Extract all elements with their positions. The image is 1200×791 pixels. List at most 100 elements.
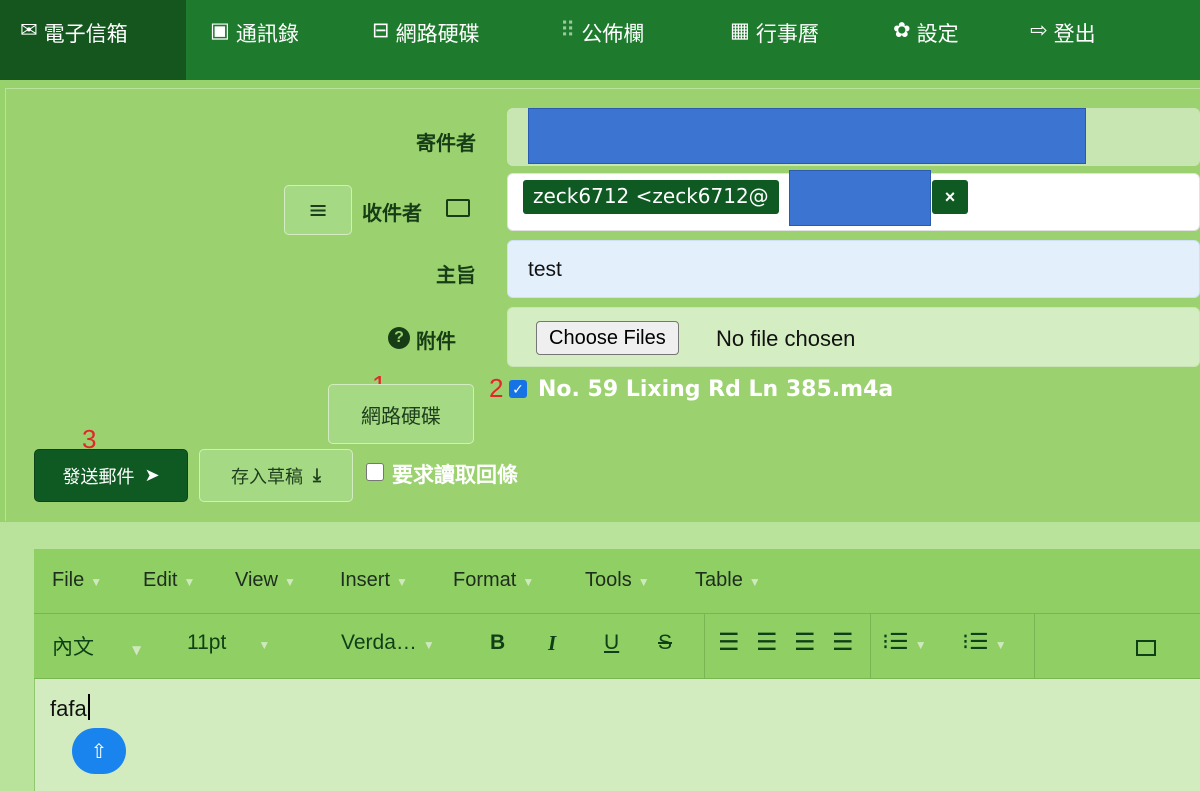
image-icon[interactable] [1136, 640, 1156, 656]
chevron-down-icon: ▼ [183, 575, 196, 589]
editor-content[interactable]: fafa [50, 694, 90, 722]
subject-label: 主旨 [436, 263, 476, 287]
recipient-menu-button[interactable]: ≡ [284, 185, 352, 235]
subject-value: test [528, 258, 562, 281]
arrow-up-icon: ⇧ [90, 740, 108, 763]
chevron-down-icon: ▼ [258, 638, 271, 652]
nav-logout-label: 登出 [1053, 22, 1096, 46]
attached-file-checkbox[interactable]: ✓ [509, 380, 527, 398]
envelope-icon: ✉ [20, 18, 38, 42]
bullet-list-icon[interactable]: ⁝☰ ▼ [962, 629, 1007, 655]
underline-button[interactable]: U [604, 631, 619, 655]
nav-netdisk-label: 網路硬碟 [395, 22, 480, 46]
attached-file-name: No. 59 Lixing Rd Ln 385.m4a [538, 377, 894, 402]
font-size-select[interactable]: 11pt ▼ [187, 631, 270, 655]
attachment-label: 附件 [416, 329, 456, 353]
paper-plane-icon: ➤ [144, 465, 160, 486]
align-center-icon[interactable]: ☰ [756, 628, 778, 657]
menu-insert-label: Insert [340, 569, 391, 591]
sender-label: 寄件者 [416, 131, 476, 155]
chevron-down-icon: ▼ [637, 575, 650, 589]
marker-2: 2 [489, 373, 504, 403]
font-size-value: 11pt [187, 631, 227, 654]
choose-files-button[interactable]: Choose Files [536, 321, 679, 355]
nav-calendar[interactable]: ▦ 行事曆 [730, 0, 819, 80]
help-icon[interactable]: ? [388, 327, 410, 349]
scroll-top-button[interactable]: ⇧ [72, 728, 126, 774]
menu-file[interactable]: File ▼ [52, 569, 102, 592]
chevron-down-icon: ▼ [284, 575, 296, 589]
recipient-remove-button[interactable]: × [932, 180, 968, 214]
align-right-icon[interactable]: ☰ [794, 628, 816, 657]
save-draft-label: 存入草稿 [231, 466, 304, 488]
ordered-list-icon[interactable]: ⁝☰ ▼ [882, 629, 927, 655]
download-icon: ⤓ [313, 465, 321, 486]
menu-tools-label: Tools [585, 569, 632, 591]
nav-bulletin[interactable]: ⠿ 公佈欄 [560, 0, 644, 80]
calendar-icon: ▦ [730, 18, 750, 42]
menu-file-label: File [52, 569, 85, 591]
menu-table-label: Table [695, 569, 743, 591]
menu-table[interactable]: Table ▼ [695, 569, 761, 592]
recipient-tag: zeck6712 <zeck6712@ [523, 180, 779, 214]
chevron-down-icon: ▼ [994, 638, 1007, 652]
save-draft-button[interactable]: 存入草稿 ⤓ [199, 449, 353, 502]
read-receipt-checkbox[interactable] [366, 463, 384, 481]
chevron-down-icon: ▼ [396, 575, 408, 589]
block-format-value: 內文 [52, 635, 94, 659]
hdd-icon: ⊟ [372, 18, 390, 42]
editor-menubar: File ▼ Edit ▼ View ▼ Insert ▼ Format ▼ Tools ▼… [34, 549, 1200, 614]
send-mail-label: 發送郵件 [62, 466, 135, 488]
menu-tools[interactable]: Tools ▼ [585, 569, 650, 592]
sign-out-icon: ⇨ [1030, 18, 1048, 42]
strikethrough-button[interactable]: S [658, 631, 672, 655]
nav-netdisk[interactable]: ⊟ 網路硬碟 [372, 0, 480, 80]
hamburger-icon: ≡ [307, 196, 329, 224]
bold-button[interactable]: B [490, 631, 505, 655]
block-format-select[interactable]: 內文 ▼ [52, 631, 141, 661]
chevron-down-icon: ▼ [748, 575, 761, 589]
menu-view[interactable]: View ▼ [235, 569, 296, 592]
attachment-field: Choose Files No file chosen [507, 307, 1200, 367]
nav-calendar-label: 行事曆 [755, 22, 819, 46]
recipient-label: 收件者 [362, 201, 422, 225]
menu-format[interactable]: Format ▼ [453, 569, 534, 592]
nav-contacts-label: 通訊錄 [235, 22, 299, 46]
grid-icon: ⠿ [560, 18, 576, 42]
align-justify-icon[interactable]: ☰ [832, 628, 854, 657]
chevron-down-icon: ▼ [132, 643, 142, 657]
nav-bulletin-label: 公佈欄 [581, 22, 645, 46]
subject-input[interactable]: test [507, 240, 1200, 298]
nav-settings-label: 設定 [916, 22, 959, 46]
chevron-down-icon: ▼ [914, 638, 927, 652]
menu-view-label: View [235, 569, 278, 591]
editor-content-text: fafa [50, 696, 87, 721]
align-left-icon[interactable]: ☰ [718, 628, 740, 657]
netdisk-button[interactable]: 網路硬碟 [328, 384, 474, 444]
contact-card-icon: ▣ [210, 18, 230, 42]
redacted-recipient-domain [789, 170, 931, 226]
italic-button[interactable]: I [548, 631, 556, 656]
top-nav: ✉ 電子信箱 ▣ 通訊錄 ⊟ 網路硬碟 ⠿ 公佈欄 ▦ 行事曆 ✿ 設定 ⇨ 登… [0, 0, 1200, 80]
chevron-down-icon: ▼ [90, 575, 103, 589]
menu-insert[interactable]: Insert ▼ [340, 569, 408, 592]
font-family-value: Verda… [341, 631, 417, 654]
send-mail-button[interactable]: 發送郵件 ➤ [34, 449, 188, 502]
gear-icon: ✿ [893, 18, 911, 42]
menu-edit[interactable]: Edit ▼ [143, 569, 195, 592]
toolbar-divider [1034, 614, 1035, 678]
nav-contacts[interactable]: ▣ 通訊錄 [210, 0, 299, 80]
nav-logout[interactable]: ⇨ 登出 [1030, 0, 1096, 80]
redacted-sender [528, 108, 1086, 164]
nav-mailbox-label: 電子信箱 [43, 22, 128, 46]
nav-mailbox[interactable]: ✉ 電子信箱 [0, 0, 186, 80]
no-file-text: No file chosen [716, 326, 856, 351]
font-family-select[interactable]: Verda… ▼ [341, 631, 435, 655]
nav-settings[interactable]: ✿ 設定 [893, 0, 959, 80]
text-cursor [87, 694, 90, 720]
toolbar-divider [704, 614, 705, 678]
chevron-down-icon: ▼ [522, 575, 535, 589]
address-card-icon[interactable] [446, 199, 470, 217]
toolbar-divider [870, 614, 871, 678]
menu-edit-label: Edit [143, 569, 178, 591]
